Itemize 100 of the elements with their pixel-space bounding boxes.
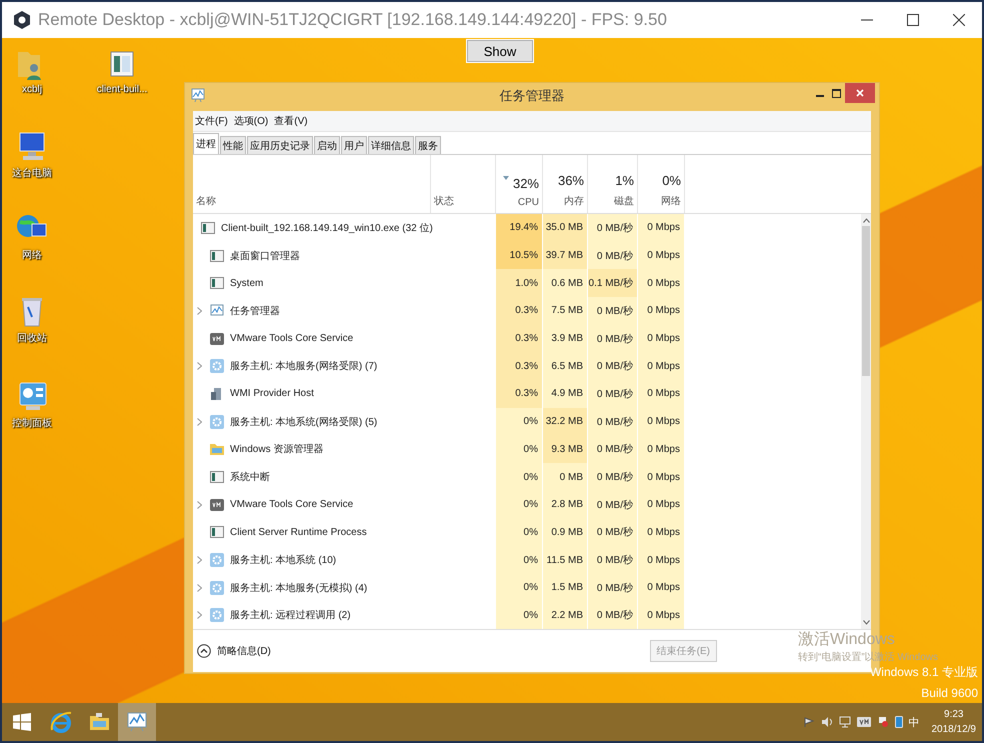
process-row[interactable]: 服务主机: 远程过程调用 (2) 0% 2.2 MB 0 MB/秒 0 Mbps <box>193 602 861 630</box>
process-name: 服务主机: 本地系统(网络受限) (5) <box>230 416 378 429</box>
column-usage: 32% <box>512 176 539 191</box>
table-cell: 0 Mbps <box>638 574 685 602</box>
tab[interactable]: 服务 <box>415 136 441 154</box>
column-header[interactable]: 状态 <box>431 155 496 213</box>
table-cell: 0 Mbps <box>638 269 685 298</box>
table-cell: 0.3% <box>496 352 543 380</box>
vm-icon <box>210 332 224 346</box>
process-row[interactable]: 任务管理器 0.3% 7.5 MB 0 MB/秒 0 Mbps <box>193 297 861 325</box>
vm-icon[interactable] <box>856 716 870 728</box>
table-cell: 6.5 MB <box>543 352 588 380</box>
speaker-icon[interactable] <box>820 716 832 728</box>
column-usage: 0% <box>662 173 681 188</box>
process-row[interactable]: VMware Tools Core Service 0% 2.8 MB 0 MB/秒 0 Mbps <box>193 490 861 519</box>
tab[interactable]: 应用历史记录 <box>247 136 313 154</box>
expand-chevron-icon[interactable] <box>197 362 202 370</box>
process-row[interactable]: 服务主机: 本地系统 (10) 0% 11.5 MB 0 MB/秒 0 Mbps <box>193 546 861 574</box>
expand-chevron-icon[interactable] <box>197 584 202 592</box>
process-row[interactable]: 桌面窗口管理器 10.5% 39.7 MB 0 MB/秒 0 Mbps <box>193 242 861 270</box>
expand-chevron-icon[interactable] <box>197 556 202 564</box>
column-label: 磁盘 <box>614 195 634 208</box>
table-cell: 0 Mbps <box>638 324 685 352</box>
table-cell: 0.3% <box>496 324 543 352</box>
menu-item[interactable]: 选项(O) <box>234 114 268 128</box>
details-link[interactable]: 简略信息(D) <box>197 644 271 658</box>
table-cell: 0.9 MB <box>543 518 588 546</box>
phone-icon[interactable] <box>894 716 902 728</box>
menu-item[interactable]: 文件(F) <box>195 114 228 128</box>
process-row[interactable]: System 1.0% 0.6 MB 0.1 MB/秒 0 Mbps <box>193 269 861 298</box>
table-cell: 0 MB/秒 <box>588 242 638 270</box>
expand-chevron-icon[interactable] <box>197 611 202 620</box>
maximize-icon <box>907 14 919 26</box>
tab[interactable]: 性能 <box>220 136 246 154</box>
flag-error-icon[interactable] <box>876 716 888 728</box>
scroll-down-icon[interactable] <box>862 620 870 626</box>
network-icon[interactable] <box>838 716 850 728</box>
table-cell: 0 MB/秒 <box>588 463 638 491</box>
expand-chevron-icon[interactable] <box>197 306 202 315</box>
table-cell: 10.5% <box>496 242 543 270</box>
column-header[interactable]: 名称 <box>193 155 431 213</box>
scrollbar[interactable] <box>861 214 871 630</box>
menu-item[interactable]: 查看(V) <box>274 114 308 128</box>
column-header[interactable]: 36% 内存 <box>543 155 588 213</box>
table-cell: 2.2 MB <box>543 602 588 630</box>
table-cell: 0% <box>496 602 543 630</box>
process-name: 服务主机: 远程过程调用 (2) <box>230 608 351 622</box>
process-row[interactable]: Client Server Runtime Process 0% 0.9 MB 0 MB/秒 0 Mbps <box>193 518 861 546</box>
table-cell: 0 Mbps <box>638 408 685 436</box>
process-row[interactable]: 系统中断 0% 0 MB 0 MB/秒 0 Mbps <box>193 463 861 491</box>
column-header[interactable]: 0% 网络 <box>638 155 685 213</box>
process-name: Client-built_192.168.149.149_win10.exe (32 位) <box>221 222 433 235</box>
app-window-icon <box>210 248 224 263</box>
process-row[interactable]: 服务主机: 本地服务(无模拟) (4) 0% 1.5 MB 0 MB/秒 0 Mbps <box>193 574 861 602</box>
column-label: CPU <box>518 197 539 208</box>
flag-icon[interactable] <box>802 716 814 728</box>
edition-text: Build 9600 <box>920 685 978 702</box>
expand-chevron-icon[interactable] <box>197 418 202 426</box>
process-row[interactable]: 服务主机: 本地服务(网络受限) (7) 0.3% 6.5 MB 0 MB/秒 0 Mbps <box>193 352 861 380</box>
table-cell: 0 Mbps <box>638 490 685 519</box>
process-name: 桌面窗口管理器 <box>230 250 300 263</box>
tab[interactable]: 详细信息 <box>368 136 414 154</box>
process-row[interactable]: Windows 资源管理器 0% 9.3 MB 0 MB/秒 0 Mbps <box>193 436 861 464</box>
input-method-indicator[interactable]: 中 <box>908 714 920 730</box>
tab[interactable]: 进程 <box>193 133 219 154</box>
table-cell: 3.9 MB <box>543 324 588 352</box>
scroll-up-icon[interactable] <box>862 218 870 223</box>
folder-icon <box>210 442 224 456</box>
table-cell: 39.7 MB <box>543 242 588 270</box>
taskbar-app-button[interactable] <box>118 703 156 741</box>
process-row[interactable]: 服务主机: 本地系统(网络受限) (5) 0% 32.2 MB 0 MB/秒 0 Mbps <box>193 408 861 436</box>
table-cell: 0 MB/秒 <box>588 380 638 408</box>
chart-icon <box>210 304 224 318</box>
gear-icon <box>210 414 224 429</box>
table-cell: 0 MB/秒 <box>588 408 638 436</box>
show-button[interactable]: Show <box>467 40 533 62</box>
tab[interactable]: 启动 <box>314 136 340 154</box>
column-usage: 1% <box>615 173 634 188</box>
clock[interactable]: 9:23 2018/12/9 <box>932 707 976 737</box>
process-row[interactable]: Client-built_192.168.149.149_win10.exe (32 位) 19.4% 35.0 MB 0 MB/秒 0 Mbps <box>193 214 861 242</box>
table-cell: 0% <box>496 436 543 464</box>
table-cell: 19.4% <box>496 214 543 242</box>
table-cell: 9.3 MB <box>543 436 588 464</box>
table-cell: 0 Mbps <box>638 518 685 546</box>
table-cell: 0% <box>496 408 543 436</box>
column-header[interactable]: 32% CPU <box>496 155 543 213</box>
table-cell: 0 Mbps <box>638 214 685 242</box>
table-cell: 0 MB/秒 <box>588 574 638 602</box>
table-cell: 1.0% <box>496 269 543 298</box>
process-name: 服务主机: 本地系统 (10) <box>230 554 336 568</box>
column-header[interactable]: 1% 磁盘 <box>588 155 638 213</box>
expand-chevron-icon[interactable] <box>197 500 202 509</box>
column-usage: 36% <box>558 173 584 188</box>
close-button[interactable] <box>845 83 875 103</box>
process-row[interactable]: VMware Tools Core Service 0.3% 3.9 MB 0 MB/秒 0 Mbps <box>193 324 861 352</box>
table-cell: 0 Mbps <box>638 380 685 408</box>
table-cell: 0 Mbps <box>638 602 685 630</box>
process-row[interactable]: WMI Provider Host 0.3% 4.9 MB 0 MB/秒 0 Mbps <box>193 380 861 408</box>
tab[interactable]: 用户 <box>341 136 367 154</box>
scrollbar-thumb[interactable] <box>862 226 870 376</box>
